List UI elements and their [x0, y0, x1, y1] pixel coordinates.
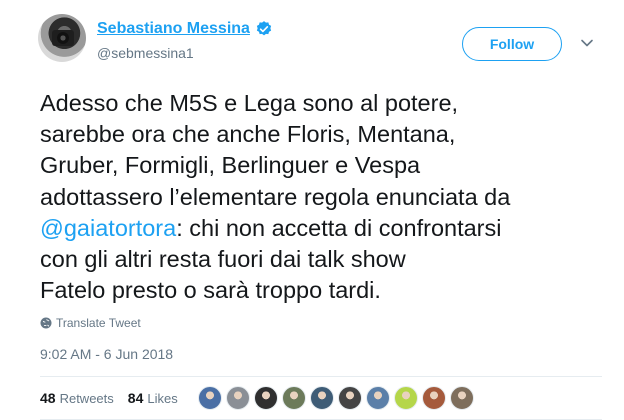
author-avatar[interactable]	[38, 14, 86, 62]
liker-avatars	[198, 386, 478, 410]
author-name[interactable]: Sebastiano Messina	[97, 20, 250, 38]
likes-label: Likes	[147, 391, 178, 406]
translate-tweet-link[interactable]: Translate Tweet	[40, 316, 141, 330]
liker-avatar[interactable]	[366, 386, 390, 410]
tweet-timestamp[interactable]: 9:02 AM - 6 Jun 2018	[40, 346, 173, 362]
retweets-stat[interactable]: 48 Retweets	[40, 390, 114, 406]
liker-avatar[interactable]	[338, 386, 362, 410]
camera-lens-shape	[57, 32, 69, 44]
divider	[40, 376, 602, 377]
liker-avatar[interactable]	[422, 386, 446, 410]
tweet-stats: 48 Retweets 84 Likes	[40, 390, 192, 406]
author-handle[interactable]: @sebmessina1	[97, 45, 194, 61]
globe-icon	[40, 317, 52, 329]
likes-stat[interactable]: 84 Likes	[128, 390, 178, 406]
liker-avatar[interactable]	[310, 386, 334, 410]
liker-avatar[interactable]	[394, 386, 418, 410]
mention-link[interactable]: @gaiatortora	[40, 215, 176, 241]
translate-tweet-label[interactable]: Translate Tweet	[56, 316, 141, 330]
author-name-row: Sebastiano Messina	[97, 20, 273, 38]
verified-badge-icon	[256, 21, 272, 36]
liker-avatar[interactable]	[254, 386, 278, 410]
liker-avatar[interactable]	[450, 386, 474, 410]
liker-avatar[interactable]	[226, 386, 250, 410]
follow-button[interactable]: Follow	[462, 27, 562, 61]
tweet-text-part-1: Adesso che M5S e Lega sono al potere, sa…	[40, 90, 511, 210]
retweets-label: Retweets	[59, 391, 114, 406]
liker-avatar[interactable]	[198, 386, 222, 410]
tweet-text: Adesso che M5S e Lega sono al potere, sa…	[40, 88, 610, 306]
liker-avatar[interactable]	[282, 386, 306, 410]
retweets-count: 48	[40, 390, 56, 406]
chevron-down-icon[interactable]	[580, 36, 594, 50]
likes-count: 84	[127, 390, 144, 406]
